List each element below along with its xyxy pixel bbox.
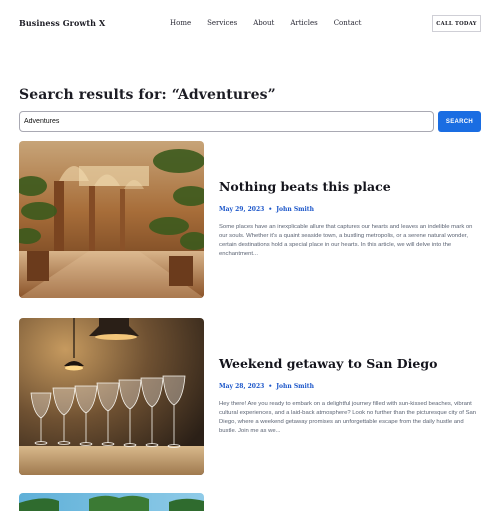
meta-separator: • <box>268 206 273 213</box>
article-image-beach[interactable] <box>19 493 204 511</box>
search-input[interactable] <box>19 111 434 132</box>
article-author[interactable]: John Smith <box>276 206 314 213</box>
search-button[interactable]: SEARCH <box>438 111 481 132</box>
nav-about[interactable]: About <box>253 19 274 27</box>
article-image-wine-glasses[interactable] <box>19 318 204 475</box>
main-nav: Home Services About Articles Contact <box>170 19 362 27</box>
nav-services[interactable]: Services <box>207 19 237 27</box>
article-image-hotel-lobby[interactable] <box>19 141 204 298</box>
search-results-title: Search results for: “Adventures” <box>19 87 276 103</box>
article-excerpt: Some places have an inexplicable allure … <box>219 224 473 257</box>
nav-home[interactable]: Home <box>170 19 191 27</box>
article-title[interactable]: Weekend getaway to San Diego <box>219 356 437 371</box>
nav-articles[interactable]: Articles <box>290 19 317 27</box>
article-meta: May 28, 2023 • John Smith <box>219 383 314 390</box>
call-today-button[interactable]: CALL TODAY <box>432 15 481 32</box>
article-title[interactable]: Nothing beats this place <box>219 179 391 194</box>
nav-contact[interactable]: Contact <box>334 19 362 27</box>
brand-logo[interactable]: Business Growth X <box>19 18 105 28</box>
article-date: May 28, 2023 <box>219 383 265 390</box>
article-date: May 29, 2023 <box>219 206 265 213</box>
article-meta: May 29, 2023 • John Smith <box>219 206 314 213</box>
meta-separator: • <box>268 383 273 390</box>
article-excerpt: Hey there! Are you ready to embark on a … <box>219 401 477 434</box>
article-author[interactable]: John Smith <box>276 383 314 390</box>
